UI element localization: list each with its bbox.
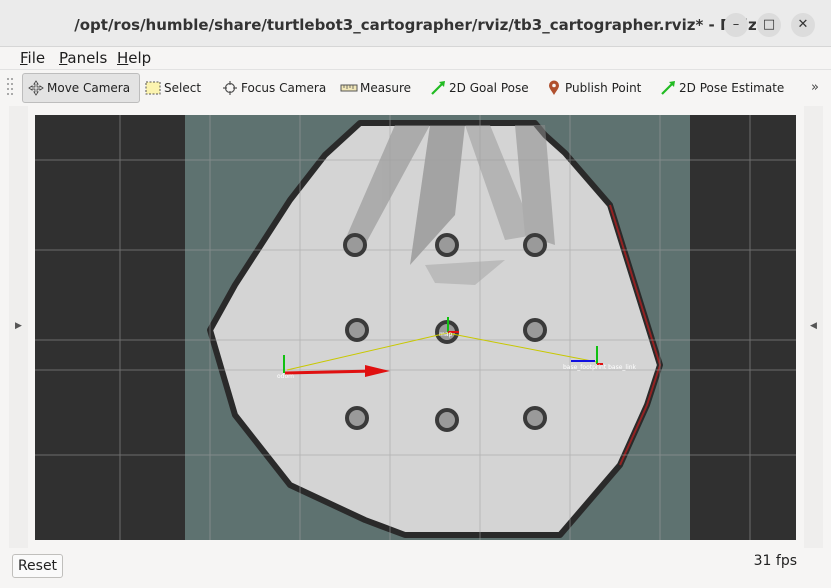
tool-2d-goal-pose-label: 2D Goal Pose <box>449 81 529 95</box>
status-bar: Reset 31 fps <box>0 548 831 588</box>
map-pillar <box>523 406 547 430</box>
reset-button[interactable]: Reset <box>12 554 63 578</box>
tool-2d-goal-pose[interactable]: 2D Goal Pose <box>425 73 533 103</box>
tool-focus-camera[interactable]: Focus Camera <box>217 73 330 103</box>
tool-measure[interactable]: Measure <box>336 73 415 103</box>
render-viewport[interactable]: odom map base_footprint base_link <box>35 115 796 540</box>
maximize-button[interactable]: □ <box>757 13 781 37</box>
map-pillar <box>343 233 367 257</box>
tool-publish-point-label: Publish Point <box>565 81 642 95</box>
map-pillar <box>523 233 547 257</box>
window-title: /opt/ros/humble/share/turtlebot3_cartogr… <box>74 16 757 34</box>
frame-label-map: map <box>439 331 453 338</box>
tool-move-camera[interactable]: Move Camera <box>22 73 140 103</box>
menu-file-mnemonic: F <box>20 49 28 67</box>
chevron-right-icon: ▶ <box>15 321 22 331</box>
menu-help-mnemonic: H <box>117 49 129 67</box>
menu-help-label: elp <box>128 49 152 67</box>
chevron-left-icon: ◀ <box>810 321 817 331</box>
tool-focus-camera-label: Focus Camera <box>241 81 327 95</box>
goal-pose-arrow-icon <box>429 80 447 96</box>
map-pillar <box>345 406 369 430</box>
frame-label-base: base_footprint base_link <box>563 364 637 371</box>
tool-select[interactable]: Select <box>140 73 205 103</box>
select-icon <box>144 80 162 96</box>
occupancy-map-scene[interactable]: odom map base_footprint base_link <box>35 115 796 540</box>
menu-panels[interactable]: Panels <box>59 49 107 67</box>
tool-publish-point[interactable]: Publish Point <box>541 73 645 103</box>
toolbar-overflow-button[interactable]: » <box>811 80 819 95</box>
map-pillar <box>435 233 459 257</box>
pose-estimate-arrow-icon <box>659 80 677 96</box>
map-pillar <box>523 318 547 342</box>
left-dock-collapse-handle[interactable]: ▶ <box>9 106 28 548</box>
right-dock-collapse-handle[interactable]: ◀ <box>804 106 823 548</box>
tool-2d-pose-estimate-label: 2D Pose Estimate <box>679 81 785 95</box>
tool-measure-label: Measure <box>360 81 411 95</box>
move-camera-icon <box>27 80 45 96</box>
menu-panels-label: anels <box>67 49 108 67</box>
tool-2d-pose-estimate[interactable]: 2D Pose Estimate <box>655 73 788 103</box>
map-pillar <box>345 318 369 342</box>
title-bar: /opt/ros/humble/share/turtlebot3_cartogr… <box>0 0 831 47</box>
tools-toolbar: Move Camera Select Focus Camera Measure … <box>0 69 831 105</box>
minimize-button[interactable]: – <box>724 13 748 37</box>
frame-label-odom: odom <box>277 373 294 380</box>
toolbar-grip-handle[interactable] <box>3 76 17 98</box>
menu-help[interactable]: Help <box>117 49 151 67</box>
focus-camera-icon <box>221 80 239 96</box>
map-pin-icon <box>545 80 563 96</box>
tool-move-camera-label: Move Camera <box>47 81 131 95</box>
fps-counter: 31 fps <box>753 553 797 569</box>
measure-icon <box>340 80 358 96</box>
menu-bar: File Panels Help <box>0 47 831 69</box>
odom-x-axis <box>284 369 376 375</box>
tool-select-label: Select <box>164 81 202 95</box>
menu-file-label: ile <box>27 49 46 67</box>
menu-file[interactable]: File <box>20 49 45 67</box>
map-pillar <box>435 408 459 432</box>
close-button[interactable]: ✕ <box>791 13 815 37</box>
